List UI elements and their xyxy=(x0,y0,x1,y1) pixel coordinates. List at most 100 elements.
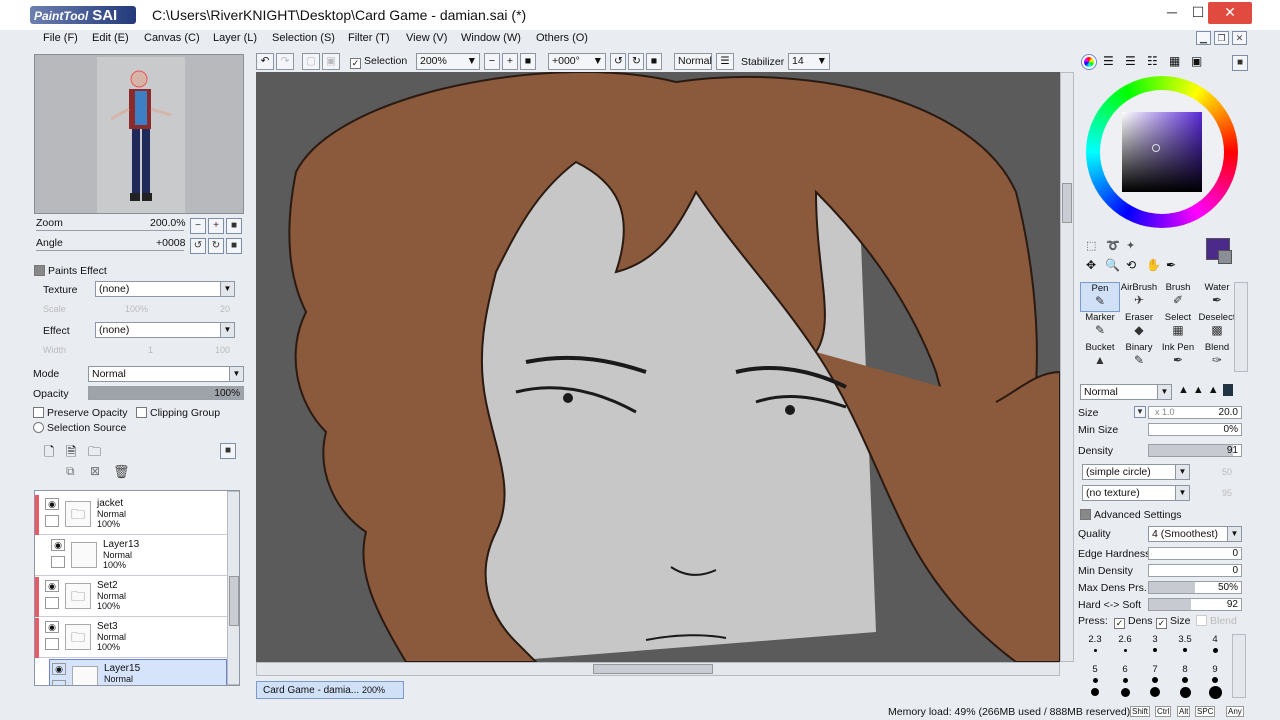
color-mixer-tab-icon[interactable]: ☷ xyxy=(1147,54,1158,68)
zoom-reset-button[interactable]: ■ xyxy=(226,218,242,234)
tool-marker[interactable]: Marker ✎ xyxy=(1080,312,1120,342)
eyedropper-icon[interactable]: ✒ xyxy=(1166,258,1176,272)
new-linework-layer-icon[interactable]: 🗎 xyxy=(66,443,80,459)
menu-others[interactable]: Others (O) xyxy=(536,32,588,44)
brush-size-preset[interactable]: 6 xyxy=(1110,664,1140,683)
navigator-preview[interactable] xyxy=(34,54,244,214)
brush-size-preset[interactable]: 2.6 xyxy=(1110,634,1140,652)
brush-shape-icons[interactable]: ▲▲▲■ xyxy=(1178,384,1234,396)
layer-item-set3[interactable]: ◉ 🗀 Set3 Normal 100% xyxy=(35,618,227,658)
brush-size-preset[interactable]: 4 xyxy=(1200,634,1230,653)
merge-down-icon[interactable]: ⊠ xyxy=(90,464,104,480)
swatches-tab-icon[interactable]: ▦ xyxy=(1169,54,1180,68)
new-layer-icon[interactable]: 🗋 xyxy=(44,443,58,459)
redo-icon[interactable]: ↷ xyxy=(276,53,294,70)
tool-blend[interactable]: Blend ✑ xyxy=(1197,342,1237,372)
min-density-slider[interactable]: 0 xyxy=(1148,564,1242,577)
color-wheel-tab-icon[interactable] xyxy=(1081,54,1097,70)
zoom-in-icon[interactable]: + xyxy=(502,53,518,70)
hard-soft-slider[interactable]: 92 xyxy=(1148,598,1242,611)
zoom-slider[interactable] xyxy=(36,230,184,231)
advanced-settings-header[interactable]: Advanced Settings xyxy=(1080,509,1182,521)
pressure-blend-checkbox[interactable]: Blend xyxy=(1196,615,1237,627)
effect-dropdown[interactable]: (none) ▼ xyxy=(95,322,235,338)
secondary-color-swatch[interactable] xyxy=(1218,250,1232,264)
edge-hardness-slider[interactable]: 0 xyxy=(1148,547,1242,560)
brush-size-dot-large[interactable] xyxy=(1091,688,1099,696)
texture-dropdown[interactable]: (none) ▼ xyxy=(95,281,235,297)
deselect-icon[interactable]: ▢ xyxy=(302,53,320,70)
eye-icon[interactable]: ◉ xyxy=(52,663,66,675)
rotate-icon[interactable]: ⟲ xyxy=(1126,258,1136,272)
layer-item-layer13[interactable]: ◉ Layer13 Normal 100% xyxy=(35,536,227,576)
menu-selection[interactable]: Selection (S) xyxy=(272,32,335,44)
density-slider[interactable]: 91 xyxy=(1148,444,1242,457)
clipping-group-checkbox[interactable]: Clipping Group xyxy=(136,407,220,419)
move-icon[interactable]: ✥ xyxy=(1086,258,1096,272)
layer-list-scrollbar[interactable] xyxy=(227,491,239,685)
rect-select-icon[interactable]: ⬚ xyxy=(1086,239,1096,252)
pressure-density-checkbox[interactable]: ✓ Dens xyxy=(1114,615,1153,629)
tool-water[interactable]: Water ✒ xyxy=(1197,282,1237,312)
tool-grid-scrollbar[interactable] xyxy=(1234,282,1248,372)
rotation-dropdown[interactable]: +000° ▼ xyxy=(548,53,606,70)
close-button[interactable]: ✕ xyxy=(1208,2,1252,24)
flip-icon[interactable]: ☰ xyxy=(716,53,734,70)
magic-wand-icon[interactable]: ✦ xyxy=(1126,239,1135,252)
view-blend-mode[interactable]: Normal xyxy=(674,53,712,70)
rgb-sliders-tab-icon[interactable]: ☰ xyxy=(1103,54,1114,68)
brush-size-preset[interactable]: 2.3 xyxy=(1080,634,1110,652)
zoom-icon[interactable]: 🔍 xyxy=(1105,258,1120,272)
saturation-value-square[interactable] xyxy=(1122,112,1202,192)
zoom-out-icon[interactable]: − xyxy=(484,53,500,70)
zoom-dropdown[interactable]: 200% ▼ xyxy=(416,53,480,70)
menu-filter[interactable]: Filter (T) xyxy=(348,32,390,44)
layer-item-layer15[interactable]: ◉ Layer15 Normal xyxy=(49,659,227,685)
pressure-size-checkbox[interactable]: ✓ Size xyxy=(1156,615,1190,629)
new-folder-icon[interactable]: 🗀 xyxy=(88,443,104,459)
zoom-out-button[interactable]: − xyxy=(190,218,206,234)
canvas-horizontal-scrollbar[interactable] xyxy=(256,662,1060,676)
eye-icon[interactable]: ◉ xyxy=(45,498,59,510)
brush-size-dot-large[interactable] xyxy=(1208,685,1222,699)
eye-icon[interactable]: ◉ xyxy=(45,621,59,633)
zoom-in-button[interactable]: + xyxy=(208,218,224,234)
opacity-slider[interactable]: 100% xyxy=(88,386,244,400)
mdi-minimize-icon[interactable]: ▁ xyxy=(1196,31,1211,45)
rotate-right-icon[interactable]: ↻ xyxy=(628,53,644,70)
hsv-sliders-tab-icon[interactable]: ☰ xyxy=(1125,54,1136,68)
tool-ink-pen[interactable]: Ink Pen ✒ xyxy=(1158,342,1198,372)
drawing-canvas[interactable] xyxy=(256,72,1060,662)
tool-airbrush[interactable]: AirBrush ✈ xyxy=(1119,282,1159,312)
rotate-reset-icon[interactable]: ■ xyxy=(646,53,662,70)
selection-checkbox[interactable]: ✓ Selection xyxy=(350,55,407,69)
canvas-vertical-scrollbar[interactable] xyxy=(1060,72,1074,662)
tool-bucket[interactable]: Bucket ▲ xyxy=(1080,342,1120,372)
brush-size-dot-large[interactable] xyxy=(1150,687,1160,697)
size-lock-icon[interactable]: ▼ xyxy=(1134,406,1146,418)
mdi-restore-icon[interactable]: ❐ xyxy=(1214,31,1229,45)
brush-size-preset[interactable]: 9 xyxy=(1200,664,1230,683)
lasso-icon[interactable]: ➰ xyxy=(1106,239,1120,252)
angle-slider[interactable] xyxy=(36,250,184,251)
tool-pen[interactable]: Pen ✎ xyxy=(1080,282,1120,312)
eye-icon[interactable]: ◉ xyxy=(51,539,65,551)
size-slider[interactable]: x 1.0 20.0 xyxy=(1148,406,1242,419)
brush-shape-dropdown[interactable]: (simple circle) ▼ xyxy=(1082,464,1190,480)
minimize-button[interactable]: ─ xyxy=(1158,2,1186,24)
menu-layer[interactable]: Layer (L) xyxy=(213,32,257,44)
menu-window[interactable]: Window (W) xyxy=(461,32,521,44)
tool-deselect[interactable]: Deselect ▩ xyxy=(1197,312,1237,342)
brush-size-preset[interactable]: 3.5 xyxy=(1170,634,1200,652)
stabilizer-dropdown[interactable]: 14 ▼ xyxy=(788,53,830,70)
rotate-reset-button[interactable]: ■ xyxy=(226,238,242,254)
brush-texture-dropdown[interactable]: (no texture) ▼ xyxy=(1082,485,1190,501)
brush-size-preset[interactable]: 3 xyxy=(1140,634,1170,652)
menu-file[interactable]: File (F) xyxy=(43,32,78,44)
tool-eraser[interactable]: Eraser ◆ xyxy=(1119,312,1159,342)
preserve-opacity-checkbox[interactable]: Preserve Opacity xyxy=(33,407,128,419)
brush-size-preset[interactable]: 5 xyxy=(1080,664,1110,683)
layer-item-jacket[interactable]: ◉ 🗀 jacket Normal 100% xyxy=(35,495,227,535)
menu-view[interactable]: View (V) xyxy=(406,32,447,44)
rotate-right-button[interactable]: ↻ xyxy=(208,238,224,254)
